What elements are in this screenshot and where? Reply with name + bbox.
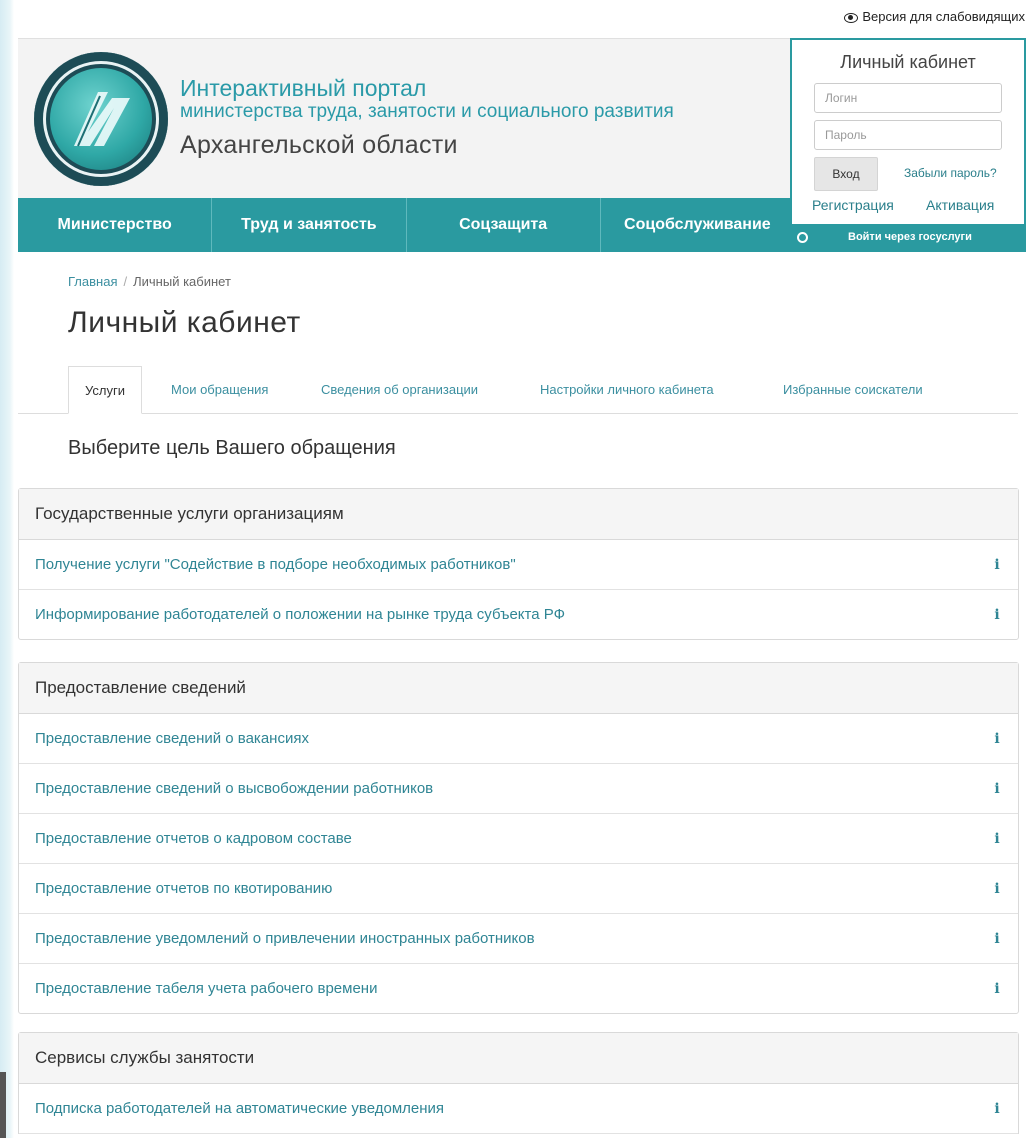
panel-employment-services: Сервисы службы занятости Подписка работо… — [18, 1032, 1019, 1134]
list-item[interactable]: Информирование работодателей о положении… — [19, 590, 1018, 639]
panel-state-services: Государственные услуги организациям Полу… — [18, 488, 1019, 640]
tab-bar: Услуги Мои обращения Сведения об организ… — [18, 366, 1018, 414]
page-title: Личный кабинет — [68, 306, 301, 339]
service-link[interactable]: Предоставление уведомлений о привлечении… — [35, 930, 535, 947]
info-icon[interactable]: i — [992, 1101, 1002, 1117]
panel-title: Государственные услуги организациям — [19, 489, 1018, 540]
info-icon[interactable]: i — [992, 881, 1002, 897]
tab-services[interactable]: Услуги — [68, 366, 142, 414]
service-link[interactable]: Предоставление отчетов о кадровом состав… — [35, 830, 352, 847]
low-vision-version-link[interactable]: Версия для слабовидящих — [844, 9, 1025, 24]
panel-title: Предоставление сведений — [19, 663, 1018, 714]
activate-link[interactable]: Активация — [926, 197, 994, 213]
password-input[interactable] — [814, 120, 1002, 150]
info-icon[interactable]: i — [992, 557, 1002, 573]
register-link[interactable]: Регистрация — [812, 197, 894, 213]
portal-logo[interactable] — [34, 52, 168, 186]
nav-item-labor[interactable]: Труд и занятость — [212, 198, 407, 252]
login-box: Личный кабинет Вход Забыли пароль? Регис… — [790, 38, 1026, 252]
info-icon[interactable]: i — [992, 781, 1002, 797]
list-item[interactable]: Предоставление табеля учета рабочего вре… — [19, 964, 1018, 1013]
info-icon[interactable]: i — [992, 607, 1002, 623]
portal-region: Архангельской области — [180, 131, 458, 159]
breadcrumb-separator: / — [123, 274, 128, 289]
service-link[interactable]: Информирование работодателей о положении… — [35, 606, 565, 623]
panel-provide-info: Предоставление сведений Предоставление с… — [18, 662, 1019, 1014]
forgot-password-link[interactable]: Забыли пароль? — [904, 166, 997, 180]
tab-organization-info[interactable]: Сведения об организации — [321, 366, 478, 413]
breadcrumb-current: Личный кабинет — [133, 274, 231, 289]
low-vision-label: Версия для слабовидящих — [862, 9, 1025, 24]
nav-item-ministry[interactable]: Министерство — [18, 198, 213, 252]
list-item[interactable]: Предоставление отчетов по квотированию i — [19, 864, 1018, 914]
service-link[interactable]: Подписка работодателей на автоматические… — [35, 1100, 444, 1117]
logo-mark-icon — [74, 92, 130, 147]
login-box-title: Личный кабинет — [840, 52, 976, 72]
tab-cabinet-settings[interactable]: Настройки личного кабинета — [540, 366, 714, 413]
info-icon[interactable]: i — [992, 731, 1002, 747]
gosuslugi-icon — [797, 231, 808, 243]
page: Версия для слабовидящих Интерактивный по… — [14, 0, 1027, 1138]
window-edge — [0, 1072, 6, 1138]
panel-title: Сервисы службы занятости — [19, 1033, 1018, 1084]
tab-favorite-candidates[interactable]: Избранные соискатели — [783, 366, 923, 413]
info-icon[interactable]: i — [992, 931, 1002, 947]
portal-title: Интерактивный портал — [180, 75, 427, 101]
list-item[interactable]: Предоставление уведомлений о привлечении… — [19, 914, 1018, 964]
list-item[interactable]: Предоставление отчетов о кадровом состав… — [19, 814, 1018, 864]
list-item[interactable]: Получение услуги "Содействие в подборе н… — [19, 540, 1018, 590]
section-prompt: Выберите цель Вашего обращения — [68, 437, 396, 459]
main-nav: Министерство Труд и занятость Соцзащита … — [18, 198, 794, 252]
service-link[interactable]: Предоставление отчетов по квотированию — [35, 880, 332, 897]
list-item[interactable]: Предоставление сведений о вакансиях i — [19, 714, 1018, 764]
breadcrumb: Главная / Личный кабинет — [68, 274, 231, 289]
service-link[interactable]: Предоставление табеля учета рабочего вре… — [35, 980, 377, 997]
nav-item-social-protection[interactable]: Соцзащита — [407, 198, 601, 252]
service-link[interactable]: Предоставление сведений о вакансиях — [35, 730, 309, 747]
list-item[interactable]: Подписка работодателей на автоматические… — [19, 1084, 1018, 1134]
portal-subtitle: министерства труда, занятости и социальн… — [180, 101, 674, 122]
login-button[interactable]: Вход — [814, 157, 878, 191]
gosuslugi-label: Войти через госуслуги — [848, 231, 972, 243]
service-link[interactable]: Получение услуги "Содействие в подборе н… — [35, 556, 516, 573]
site-header: Интерактивный портал министерства труда,… — [18, 38, 794, 199]
eye-icon — [844, 12, 859, 23]
info-icon[interactable]: i — [992, 981, 1002, 997]
list-item[interactable]: Предоставление сведений о высвобождении … — [19, 764, 1018, 814]
service-link[interactable]: Предоставление сведений о высвобождении … — [35, 780, 433, 797]
info-icon[interactable]: i — [992, 831, 1002, 847]
nav-item-social-service[interactable]: Соцобслуживание — [601, 198, 794, 252]
gosuslugi-login-button[interactable]: Войти через госуслуги — [792, 224, 1024, 250]
breadcrumb-home[interactable]: Главная — [68, 274, 117, 289]
login-input[interactable] — [814, 83, 1002, 113]
tab-my-requests[interactable]: Мои обращения — [171, 366, 268, 413]
